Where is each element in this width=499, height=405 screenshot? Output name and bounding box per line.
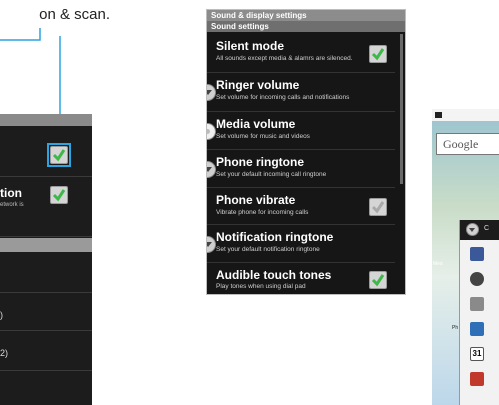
left-setting-row[interactable]: tion etwork is	[0, 176, 92, 237]
left-setting-row[interactable]	[0, 252, 92, 293]
left-section-header	[0, 238, 92, 252]
check-icon	[52, 189, 66, 202]
left-row-subtitle: etwork is	[0, 202, 24, 208]
highlight-box	[47, 143, 71, 167]
setting-subtitle: Vibrate phone for incoming calls	[216, 209, 309, 216]
youtube-icon[interactable]	[470, 372, 484, 386]
chevron-down-icon	[207, 242, 212, 247]
home-icon-label: Ph	[452, 325, 459, 331]
chevron-down-icon	[207, 90, 212, 95]
setting-subtitle: All sounds except media & alamrs are sil…	[216, 55, 353, 62]
setting-ringer-volume[interactable]: Ringer volume Set volume for incoming ca…	[207, 73, 395, 112]
phone-ringtone-button[interactable]	[207, 161, 216, 178]
notification-ringtone-button[interactable]	[207, 236, 216, 253]
setting-phone-vibrate[interactable]: Phone vibrate Vibrate phone for incoming…	[207, 188, 395, 225]
left-row-title: tion	[0, 186, 22, 200]
ringer-volume-button[interactable]	[207, 84, 216, 101]
setting-title: Silent mode	[216, 39, 285, 53]
app-drawer: C 31	[459, 220, 499, 405]
setting-silent-mode[interactable]: Silent mode All sounds except media & al…	[207, 34, 395, 73]
setting-subtitle: Set your default notification ringtone	[216, 246, 320, 253]
audible-touch-tones-checkbox[interactable]	[369, 271, 387, 289]
camera-icon[interactable]	[470, 297, 484, 311]
drawer-label: C	[484, 225, 490, 232]
chevron-down-icon	[469, 228, 475, 232]
left-row-value: )	[0, 310, 3, 320]
left-checkbox-checked[interactable]	[50, 186, 68, 204]
setting-title: Notification ringtone	[216, 230, 334, 244]
silent-mode-checkbox[interactable]	[369, 45, 387, 63]
setting-subtitle: Set volume for incoming calls and notifi…	[216, 94, 350, 101]
gallery-icon[interactable]	[470, 322, 484, 336]
left-panel-header	[0, 114, 92, 126]
setting-subtitle: Set your default incoming call ringtone	[216, 171, 327, 178]
sound-settings-panel: Sound & display settings Sound settings …	[206, 9, 406, 295]
setting-notification-ringtone[interactable]: Notification ringtone Set your default n…	[207, 225, 395, 263]
left-setting-row[interactable]: 2)	[0, 330, 92, 371]
section-header: Sound settings	[207, 21, 405, 32]
setting-phone-ringtone[interactable]: Phone ringtone Set your default incoming…	[207, 150, 395, 188]
setting-title: Audible touch tones	[216, 268, 332, 282]
scrollbar[interactable]	[400, 34, 403, 184]
pressed-indicator-icon	[207, 129, 210, 134]
left-settings-panel: tion etwork is ) 2)	[0, 114, 92, 405]
check-icon	[371, 48, 385, 61]
setting-media-volume[interactable]: Media volume Set volume for music and vi…	[207, 112, 395, 150]
chevron-down-icon	[207, 167, 212, 172]
window-title: Sound & display settings	[207, 10, 405, 21]
setting-title: Phone ringtone	[216, 155, 304, 169]
drawer-header: C	[460, 220, 499, 240]
home-screen-phone: Google Mes Ph C 31	[432, 109, 499, 405]
setting-title: Media volume	[216, 117, 296, 131]
check-icon	[371, 274, 385, 287]
home-icon-label: Mes	[433, 261, 443, 267]
facebook-icon[interactable]	[470, 247, 484, 261]
left-setting-row[interactable]: )	[0, 292, 92, 331]
check-icon	[371, 201, 385, 214]
phone-vibrate-checkbox[interactable]	[369, 198, 387, 216]
notification-icon	[435, 112, 442, 118]
setting-audible-touch-tones[interactable]: Audible touch tones Play tones when usin…	[207, 263, 395, 294]
left-setting-row[interactable]	[0, 126, 92, 177]
media-volume-button[interactable]	[207, 123, 216, 140]
drawer-close-button[interactable]	[466, 223, 479, 236]
google-search-widget[interactable]: Google	[436, 133, 499, 155]
setting-title: Phone vibrate	[216, 193, 296, 207]
left-row-value: 2)	[0, 348, 9, 358]
calendar-icon[interactable]: 31	[470, 347, 484, 361]
status-bar	[432, 109, 499, 121]
setting-title: Ringer volume	[216, 78, 300, 92]
setting-subtitle: Set volume for music and videos	[216, 133, 310, 140]
music-icon[interactable]	[470, 272, 484, 286]
setting-subtitle: Play tones when using dial pad	[216, 283, 306, 290]
